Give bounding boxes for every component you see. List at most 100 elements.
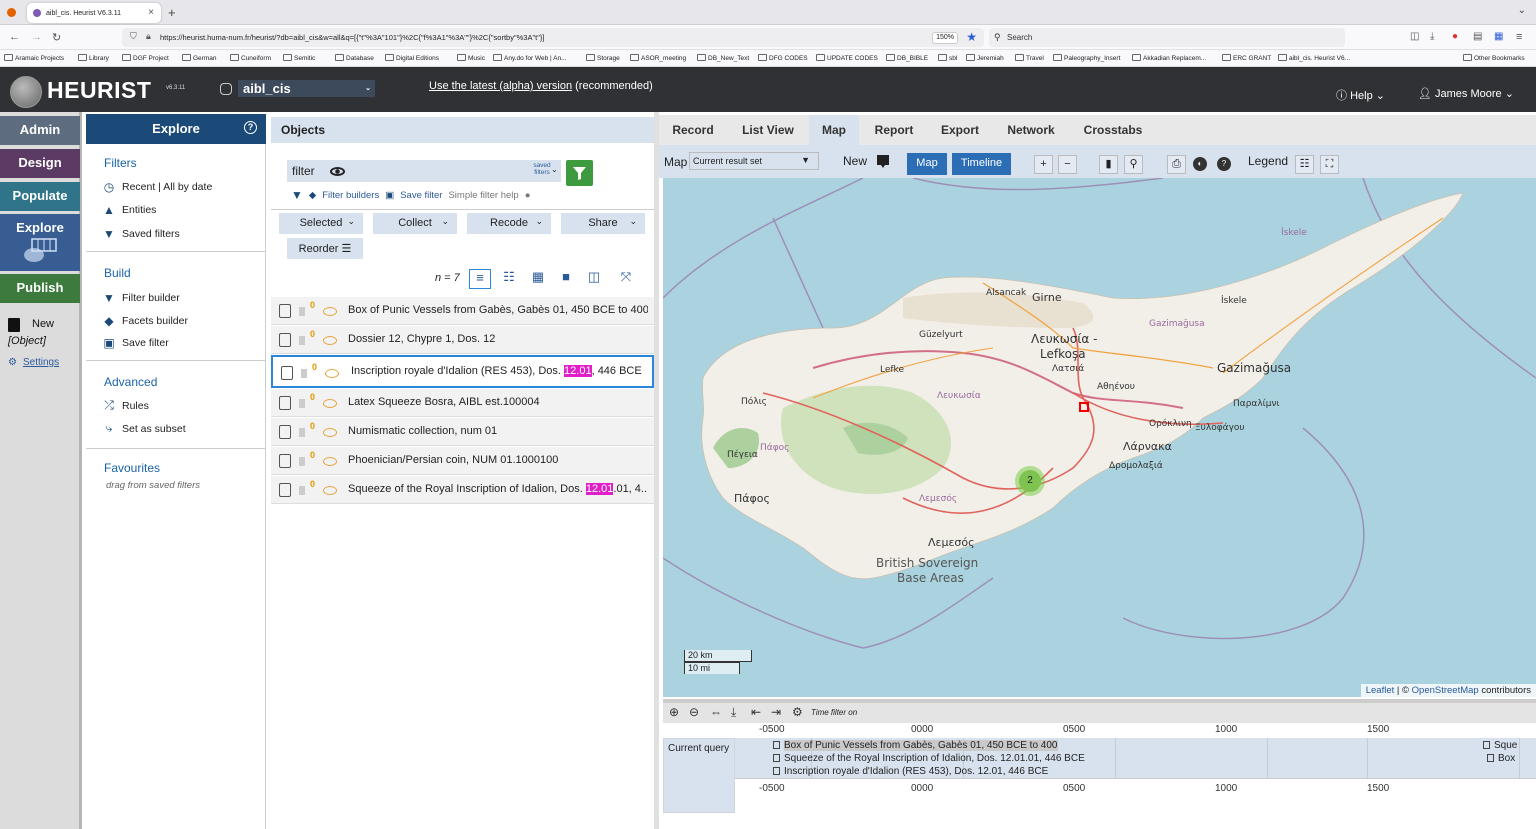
reload-icon[interactable]: ↻ bbox=[52, 31, 61, 44]
filter-builders-link[interactable]: Filter builders bbox=[322, 190, 379, 201]
map-canvas[interactable]: Girne Alsancak Güzelyurt Λευκωσία - Lefk… bbox=[663, 178, 1536, 697]
fullscreen-icon[interactable]: ⛶ bbox=[1320, 155, 1339, 174]
map-source-select[interactable]: Current result set ▼ bbox=[689, 152, 819, 170]
visibility-icon[interactable] bbox=[323, 428, 337, 437]
timeline-item[interactable]: Box of Punic Vessels from Gabès, Gabès 0… bbox=[773, 740, 1058, 751]
bookmark-item[interactable]: Music bbox=[457, 54, 485, 62]
new-map-document-icon[interactable] bbox=[874, 151, 892, 169]
settings-link[interactable]: ⚙ Settings bbox=[8, 357, 59, 368]
save-filter[interactable]: ▣ Save filter bbox=[102, 336, 168, 350]
bookmark-item[interactable]: Cuneiform bbox=[230, 54, 271, 62]
tab-record[interactable]: Record bbox=[659, 115, 727, 145]
facets-builder[interactable]: ◆ Facets builder bbox=[102, 314, 188, 328]
pocket-icon[interactable]: ◫ bbox=[1410, 31, 1419, 42]
reorder-button[interactable]: Reorder ☰ bbox=[287, 238, 363, 259]
bookmark-icon[interactable] bbox=[299, 336, 305, 345]
bookmark-item[interactable]: Paleography_Insert bbox=[1053, 54, 1120, 62]
bookmark-item[interactable]: DB_BIBLE bbox=[886, 54, 928, 62]
bookmark-icon[interactable] bbox=[299, 428, 305, 437]
tab-crosstabs[interactable]: Crosstabs bbox=[1071, 115, 1155, 145]
translate-icon[interactable]: ▦ bbox=[1494, 31, 1503, 42]
bookmark-star-icon[interactable]: ★ bbox=[966, 30, 977, 44]
recode-menu[interactable]: Recode ⌄ bbox=[467, 213, 551, 234]
globe-icon[interactable]: ◐ bbox=[1193, 157, 1207, 171]
timeline-toggle-button[interactable]: Timeline bbox=[952, 153, 1011, 175]
thumbnail-icon[interactable]: ■ bbox=[555, 269, 577, 289]
zoom-in-icon[interactable]: ⊕ bbox=[669, 705, 679, 719]
visibility-icon[interactable] bbox=[325, 369, 339, 378]
fit-width-icon[interactable]: ⇔ bbox=[710, 705, 722, 719]
record-row[interactable]: 0 Latex Squeeze Bosra, AIBL est.100004 bbox=[271, 389, 654, 417]
list-view-icon[interactable]: ≡ bbox=[469, 269, 491, 289]
reader-icon[interactable]: ▤ bbox=[1473, 31, 1482, 42]
other-bookmarks[interactable]: Other Bookmarks bbox=[1463, 54, 1525, 62]
timeline-item[interactable]: Box bbox=[1487, 753, 1515, 764]
share-menu[interactable]: Share ⌄ bbox=[561, 213, 645, 234]
search-icon[interactable]: ⚲ bbox=[1124, 155, 1143, 174]
bookmark-item[interactable]: Aramaic Projects bbox=[4, 54, 64, 62]
set-as-subset[interactable]: ⤷ Set as subset bbox=[102, 421, 186, 436]
bookmark-item[interactable]: Jeremiah bbox=[966, 54, 1004, 62]
menu-publish[interactable]: Publish bbox=[0, 274, 80, 303]
bookmark-icon[interactable] bbox=[299, 457, 305, 466]
detail-list-icon[interactable]: ☷ bbox=[498, 269, 520, 289]
record-row[interactable]: 0 Squeeze of the Royal Inscription of Id… bbox=[271, 476, 654, 504]
bookmark-icon[interactable] bbox=[301, 369, 307, 378]
filter-builder[interactable]: ▼ Filter builder bbox=[102, 291, 180, 305]
timeline-track[interactable]: Box of Punic Vessels from Gabès, Gabès 0… bbox=[735, 738, 1536, 778]
help-icon[interactable]: ? bbox=[244, 121, 257, 134]
bookmark-item[interactable]: ASOR_meeting bbox=[630, 54, 686, 62]
bookmark-item[interactable]: UPDATE CODES bbox=[816, 54, 878, 62]
visibility-icon[interactable] bbox=[323, 457, 337, 466]
bookmark-item[interactable]: ERC GRANT bbox=[1222, 54, 1271, 62]
tab-export[interactable]: Export bbox=[929, 115, 991, 145]
timeline-item[interactable]: Inscription royale d'Idalion (RES 453), … bbox=[773, 766, 1048, 777]
download-icon[interactable]: ⤓ bbox=[731, 705, 736, 720]
back-icon[interactable]: ← bbox=[9, 31, 20, 43]
timeline-item[interactable]: Sque bbox=[1483, 740, 1517, 751]
selected-menu[interactable]: Selected ⌄ bbox=[279, 213, 363, 234]
zoom-out-button[interactable]: − bbox=[1058, 155, 1077, 174]
filter-input[interactable]: filter saved filters bbox=[287, 160, 561, 182]
menu-design[interactable]: Design bbox=[0, 149, 80, 178]
browser-tab[interactable]: aibl_cis. Heurist V6.3.11 × bbox=[27, 3, 161, 23]
tab-list-chevron-icon[interactable]: ⌄ bbox=[1518, 5, 1526, 16]
legend-list-icon[interactable]: ☷ bbox=[1295, 155, 1314, 174]
lock-icon[interactable]: 🔒︎ bbox=[146, 31, 151, 42]
osm-link[interactable]: OpenStreetMap bbox=[1412, 685, 1479, 696]
url-text[interactable]: https://heurist.huma-num.fr/heurist/?db=… bbox=[160, 33, 544, 42]
bookmark-item[interactable]: aibl_cis. Heurist V6... bbox=[1278, 54, 1350, 62]
saved-filters[interactable]: ▼ Saved filters bbox=[102, 227, 180, 241]
bookmark-item[interactable]: German bbox=[182, 54, 216, 62]
database-select[interactable]: aibl_cis ⌄ bbox=[238, 80, 375, 97]
marker-cluster[interactable]: 2 bbox=[1015, 466, 1045, 496]
forward-icon[interactable]: → bbox=[31, 31, 42, 43]
zoom-level[interactable]: 150% bbox=[932, 32, 958, 44]
eye-icon[interactable] bbox=[330, 167, 346, 176]
extension-icon[interactable]: ● bbox=[1452, 31, 1458, 42]
entities-filter[interactable]: ▲ Entities bbox=[102, 203, 156, 217]
bookmark-item[interactable]: Semitic bbox=[283, 54, 315, 62]
collect-menu[interactable]: Collect ⌄ bbox=[373, 213, 457, 234]
bookmark-item[interactable]: sbl bbox=[938, 54, 957, 62]
record-row[interactable]: 0 Phoenician/Persian coin, NUM 01.100010… bbox=[271, 447, 654, 475]
bookmark-item[interactable]: DB_New_Text bbox=[697, 54, 749, 62]
new-tab-button[interactable]: + bbox=[168, 5, 176, 20]
map-toggle-button[interactable]: Map bbox=[907, 153, 947, 175]
save-filter-link[interactable]: Save filter bbox=[400, 190, 442, 201]
bookmark-item[interactable]: Any.do for Web | An... bbox=[493, 54, 567, 62]
shield-icon[interactable]: ⛉ bbox=[130, 31, 137, 42]
tab-list-view[interactable]: List View bbox=[731, 115, 805, 145]
jump-start-icon[interactable]: ⇤ bbox=[751, 705, 761, 719]
leaflet-link[interactable]: Leaflet bbox=[1366, 685, 1395, 696]
help-icon[interactable]: ? bbox=[1217, 157, 1231, 171]
map-marker-icon[interactable] bbox=[1079, 402, 1089, 412]
print-icon[interactable]: ⎙ bbox=[1167, 155, 1186, 174]
alpha-version-link[interactable]: Use the latest (alpha) version (recommen… bbox=[429, 80, 653, 92]
zoom-out-icon[interactable]: ⊖ bbox=[689, 705, 699, 719]
bookmark-item[interactable]: Library bbox=[78, 54, 109, 62]
record-row[interactable]: 0 Dossier 12, Chypre 1, Dos. 12 bbox=[271, 326, 654, 354]
downloads-icon[interactable]: ⤓ bbox=[1430, 31, 1434, 42]
bookmark-icon[interactable] bbox=[299, 307, 305, 316]
bookmark-item[interactable]: DGF Project bbox=[122, 54, 169, 62]
